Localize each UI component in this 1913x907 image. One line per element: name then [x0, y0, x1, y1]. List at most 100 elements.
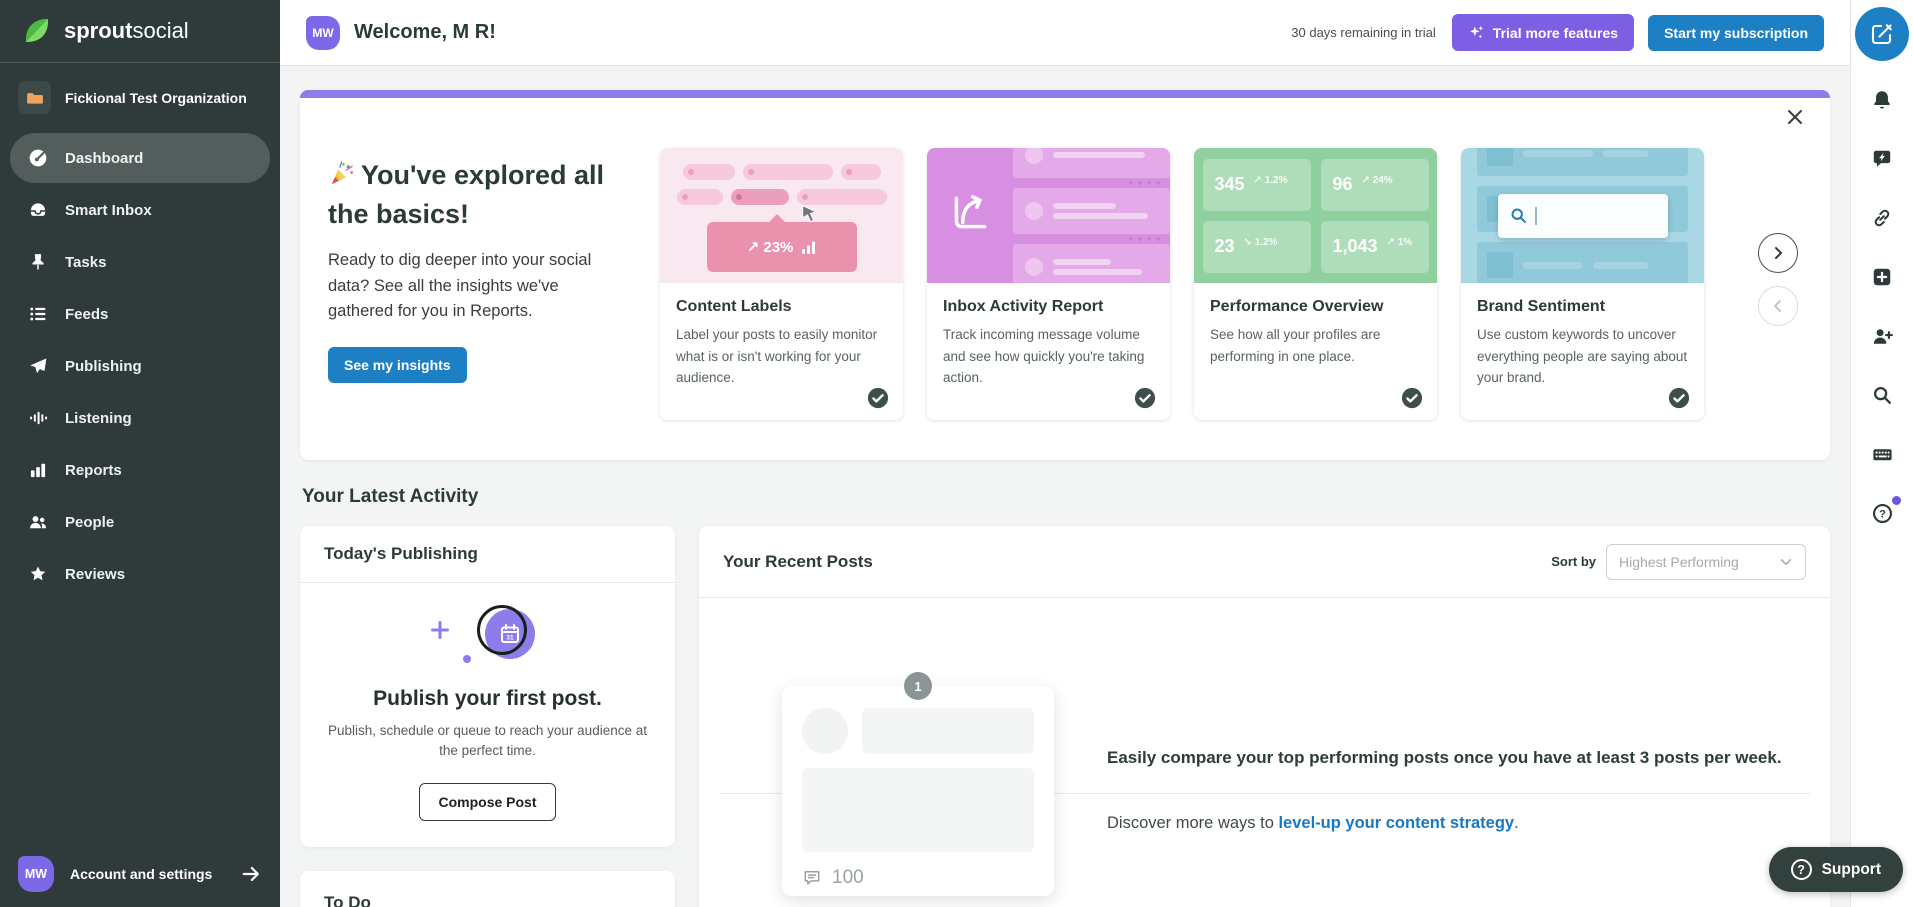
sidebar-item-smart-inbox[interactable]: Smart Inbox	[10, 185, 270, 235]
close-banner-button[interactable]	[1786, 108, 1804, 126]
card-description: Label your posts to easily monitor what …	[676, 324, 887, 389]
sidebar-item-reviews[interactable]: Reviews	[10, 549, 270, 599]
stat-tile: 345↗ 1.2%	[1203, 159, 1311, 211]
post-rank-badge: 1	[904, 672, 932, 700]
bar-chart-icon	[27, 460, 49, 480]
publish-headline: Publish your first post.	[324, 687, 651, 711]
feature-card-performance-overview[interactable]: 345↗ 1.2% 96↗ 24% 23↘ 1.2% 1,043↗ 1% Per…	[1194, 148, 1437, 420]
onboarding-banner: You've explored all the basics! Ready to…	[300, 90, 1830, 460]
quick-replies-button[interactable]	[1862, 139, 1902, 179]
feature-card-brand-sentiment[interactable]: Brand Sentiment Use custom keywords to u…	[1461, 148, 1704, 420]
sidebar-nav: Dashboard Smart Inbox Tasks Feeds Publis…	[0, 133, 280, 599]
compose-post-button[interactable]: Compose Post	[419, 783, 555, 821]
trend-arrow-icon	[947, 190, 993, 241]
banner-intro: You've explored all the basics! Ready to…	[328, 158, 620, 420]
account-and-settings[interactable]: MW Account and settings	[0, 841, 280, 907]
smart-inbox-icon	[27, 200, 49, 220]
start-subscription-button[interactable]: Start my subscription	[1648, 15, 1824, 51]
sidebar-item-label: People	[65, 514, 114, 531]
right-toolbar: ?	[1850, 0, 1913, 907]
add-button[interactable]	[1862, 257, 1902, 297]
search-icon	[1510, 207, 1527, 224]
sidebar-item-publishing[interactable]: Publishing	[10, 341, 270, 391]
help-icon: ?	[1871, 502, 1894, 525]
person-plus-icon	[1871, 325, 1894, 348]
sort-select[interactable]: Highest Performing	[1606, 544, 1806, 580]
feature-card-inbox-activity[interactable]: Inbox Activity Report Track incoming mes…	[927, 148, 1170, 420]
todo-title: To Do	[300, 871, 675, 907]
link-icon	[1871, 207, 1893, 229]
account-avatar: MW	[18, 856, 54, 892]
latest-activity-title: Your Latest Activity	[302, 486, 1830, 508]
see-my-insights-button[interactable]: See my insights	[328, 347, 467, 383]
card-title: Brand Sentiment	[1477, 298, 1688, 316]
comment-icon	[802, 868, 822, 888]
people-icon	[27, 512, 49, 532]
organization-switcher[interactable]: Fickional Test Organization	[10, 76, 270, 119]
sidebar-item-label: Tasks	[65, 254, 106, 271]
label-stat-tooltip: ↗ 23%	[707, 222, 857, 272]
cursor-icon	[801, 205, 818, 228]
completed-check-icon	[867, 387, 889, 409]
feature-card-content-labels[interactable]: ↗ 23% Content Labels Label your posts to…	[660, 148, 903, 420]
skeleton-block	[802, 768, 1034, 852]
user-avatar[interactable]: MW	[306, 16, 340, 50]
stat-tile: 1,043↗ 1%	[1321, 221, 1429, 273]
sparkles-icon	[1468, 24, 1485, 41]
connect-profile-button[interactable]	[1862, 198, 1902, 238]
stat-tile: 23↘ 1.2%	[1203, 221, 1311, 273]
invite-people-button[interactable]	[1862, 316, 1902, 356]
notifications-button[interactable]	[1862, 80, 1902, 120]
dashboard-content: You've explored all the basics! Ready to…	[280, 66, 1850, 907]
recent-posts-panel: Your Recent Posts Sort by Highest Perfor…	[699, 526, 1830, 907]
carousel-prev-button[interactable]	[1758, 286, 1798, 326]
sidebar-item-people[interactable]: People	[10, 497, 270, 547]
carousel-next-button[interactable]	[1758, 233, 1798, 273]
sidebar-item-label: Reports	[65, 462, 122, 479]
publish-illustration: 31	[423, 605, 553, 671]
sidebar-item-label: Reviews	[65, 566, 125, 583]
arrow-right-icon	[240, 863, 262, 885]
content-strategy-link[interactable]: level-up your content strategy	[1278, 814, 1514, 832]
completed-check-icon	[1668, 387, 1690, 409]
sprout-logo[interactable]: sproutsocial	[0, 0, 280, 63]
sort-selected-value: Highest Performing	[1619, 554, 1739, 570]
sidebar-item-listening[interactable]: Listening	[10, 393, 270, 443]
topbar: MW Welcome, M R! 30 days remaining in tr…	[280, 0, 1850, 66]
stat-tile: 96↗ 24%	[1321, 159, 1429, 211]
sidebar-item-feeds[interactable]: Feeds	[10, 289, 270, 339]
brand-sentiment-illustration	[1461, 148, 1704, 283]
performance-illustration: 345↗ 1.2% 96↗ 24% 23↘ 1.2% 1,043↗ 1%	[1194, 148, 1437, 283]
sidebar-item-reports[interactable]: Reports	[10, 445, 270, 495]
skeleton-bar	[862, 708, 1034, 754]
notification-dot	[1892, 496, 1901, 505]
chevron-down-icon	[1779, 555, 1793, 569]
search-button[interactable]	[1862, 375, 1902, 415]
main-area: MW Welcome, M R! 30 days remaining in tr…	[280, 0, 1850, 907]
keyboard-shortcuts-button[interactable]	[1862, 434, 1902, 474]
banner-title: You've explored all the basics!	[328, 158, 620, 232]
completed-check-icon	[1401, 387, 1423, 409]
party-popper-icon	[328, 163, 355, 193]
card-description: Track incoming message volume and see ho…	[943, 324, 1154, 389]
todo-card: To Do	[300, 871, 675, 907]
card-title: Content Labels	[676, 298, 887, 316]
sidebar-item-tasks[interactable]: Tasks	[10, 237, 270, 287]
completed-check-icon	[1134, 387, 1156, 409]
sprout-logo-text: sproutsocial	[64, 18, 189, 44]
keyword-search-box	[1498, 194, 1668, 238]
help-button[interactable]: ?	[1862, 493, 1902, 533]
sidebar-item-dashboard[interactable]: Dashboard	[10, 133, 270, 183]
sidebar-item-label: Listening	[65, 410, 132, 427]
support-button[interactable]: ? Support	[1769, 847, 1903, 892]
banner-body: Ready to dig deeper into your social dat…	[328, 248, 620, 325]
sort-by-label: Sort by	[1551, 554, 1596, 569]
publish-description: Publish, schedule or queue to reach your…	[324, 721, 651, 762]
card-title: Inbox Activity Report	[943, 298, 1154, 316]
trial-more-features-button[interactable]: Trial more features	[1452, 14, 1634, 51]
todays-publishing-card: Today's Publishing 31 Publis	[300, 526, 675, 847]
pin-icon	[27, 252, 49, 272]
compose-button[interactable]	[1855, 7, 1909, 61]
question-mark-icon: ?	[1791, 859, 1812, 880]
content-labels-illustration: ↗ 23%	[660, 148, 903, 283]
